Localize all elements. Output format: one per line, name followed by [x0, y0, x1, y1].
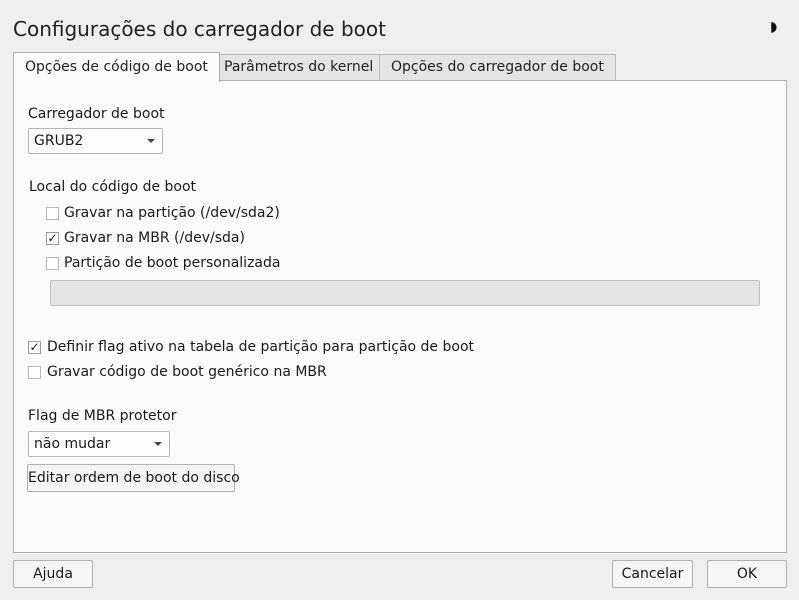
write-mbr-label[interactable]: Gravar na MBR (/dev/sda) — [64, 230, 245, 246]
moon-icon[interactable]: ◗ — [770, 20, 782, 34]
generic-boot-code-checkbox[interactable] — [28, 366, 41, 379]
bootloader-select[interactable]: GRUB2 — [28, 128, 163, 154]
set-active-flag-label[interactable]: Definir flag ativo na tabela de partição… — [47, 339, 474, 355]
chevron-down-icon — [147, 139, 155, 143]
tab-kernel-parameters[interactable]: Parâmetros do kernel — [212, 54, 386, 81]
cancel-button[interactable]: Cancelar — [612, 560, 693, 588]
protective-mbr-select-value: não mudar — [34, 436, 111, 452]
tab-boot-code-options[interactable]: Opções de código de boot — [13, 52, 220, 82]
custom-partition-field — [50, 280, 760, 306]
boot-code-location-label: Local do código de boot — [29, 179, 197, 195]
chevron-down-icon — [154, 442, 162, 446]
tab-panel: Carregador de boot GRUB2 Local do código… — [13, 80, 787, 553]
tab-bootloader-options[interactable]: Opções do carregador de boot — [379, 54, 616, 81]
custom-boot-partition-checkbox[interactable] — [46, 257, 59, 270]
write-mbr-checkbox[interactable]: ✓ — [46, 232, 59, 245]
custom-boot-partition-label[interactable]: Partição de boot personalizada — [64, 255, 280, 271]
edit-disk-boot-order-button[interactable]: Editar ordem de boot do disco — [27, 464, 240, 492]
protective-mbr-label: Flag de MBR protetor — [28, 408, 177, 424]
write-partition-checkbox[interactable] — [46, 207, 59, 220]
generic-boot-code-label[interactable]: Gravar código de boot genérico na MBR — [47, 364, 327, 380]
ok-button[interactable]: OK — [707, 560, 787, 588]
write-partition-label[interactable]: Gravar na partição (/dev/sda2) — [64, 205, 280, 221]
set-active-flag-checkbox[interactable]: ✓ — [28, 341, 41, 354]
protective-mbr-select[interactable]: não mudar — [28, 431, 170, 457]
bootloader-select-value: GRUB2 — [34, 133, 84, 149]
window-title: Configurações do carregador de boot — [13, 17, 386, 41]
bootloader-label: Carregador de boot — [28, 106, 165, 122]
help-button[interactable]: Ajuda — [13, 560, 93, 588]
